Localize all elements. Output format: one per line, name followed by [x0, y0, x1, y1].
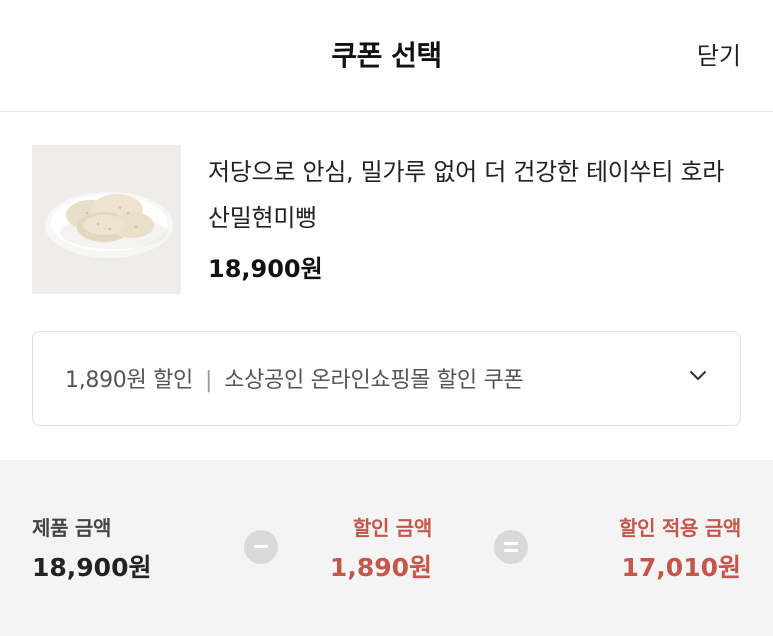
discount-amount-value: 1,890원 [329, 553, 432, 582]
close-button[interactable]: 닫기 [697, 36, 741, 71]
price-summary: 제품 금액 18,900원 할인 금액 1,890원 할인 적용 금액 17,0… [0, 460, 773, 636]
coupon-separator: | [205, 368, 213, 393]
final-amount-value: 17,010원 [621, 553, 741, 582]
product-name: 저당으로 안심, 밀가루 없어 더 건강한 테이쑤티 호라산밀현미뻥 [208, 158, 725, 232]
final-amount-label: 할인 적용 금액 [619, 516, 741, 540]
minus-icon [244, 530, 278, 564]
product-info: 저당으로 안심, 밀가루 없어 더 건강한 테이쑤티 호라산밀현미뻥 18,90… [32, 145, 742, 295]
coupon-selected-value: 1,890원 할인 | 소상공인 온라인쇼핑몰 할인 쿠폰 [65, 362, 524, 394]
product-image [32, 145, 181, 294]
product-price: 18,900원 [208, 255, 323, 283]
coupon-name: 소상공인 온라인쇼핑몰 할인 쿠폰 [224, 368, 524, 393]
coupon-dropdown[interactable]: 1,890원 할인 | 소상공인 온라인쇼핑몰 할인 쿠폰 [32, 331, 741, 426]
chevron-down-icon [690, 371, 706, 380]
product-amount-value: 18,900원 [32, 553, 152, 582]
discount-amount-label: 할인 금액 [352, 516, 432, 540]
equals-icon [494, 530, 528, 564]
coupon-discount: 1,890원 할인 [65, 368, 193, 393]
product-amount-label: 제품 금액 [32, 516, 112, 540]
modal-header: 쿠폰 선택 닫기 [0, 0, 773, 112]
modal-title: 쿠폰 선택 [331, 39, 442, 72]
